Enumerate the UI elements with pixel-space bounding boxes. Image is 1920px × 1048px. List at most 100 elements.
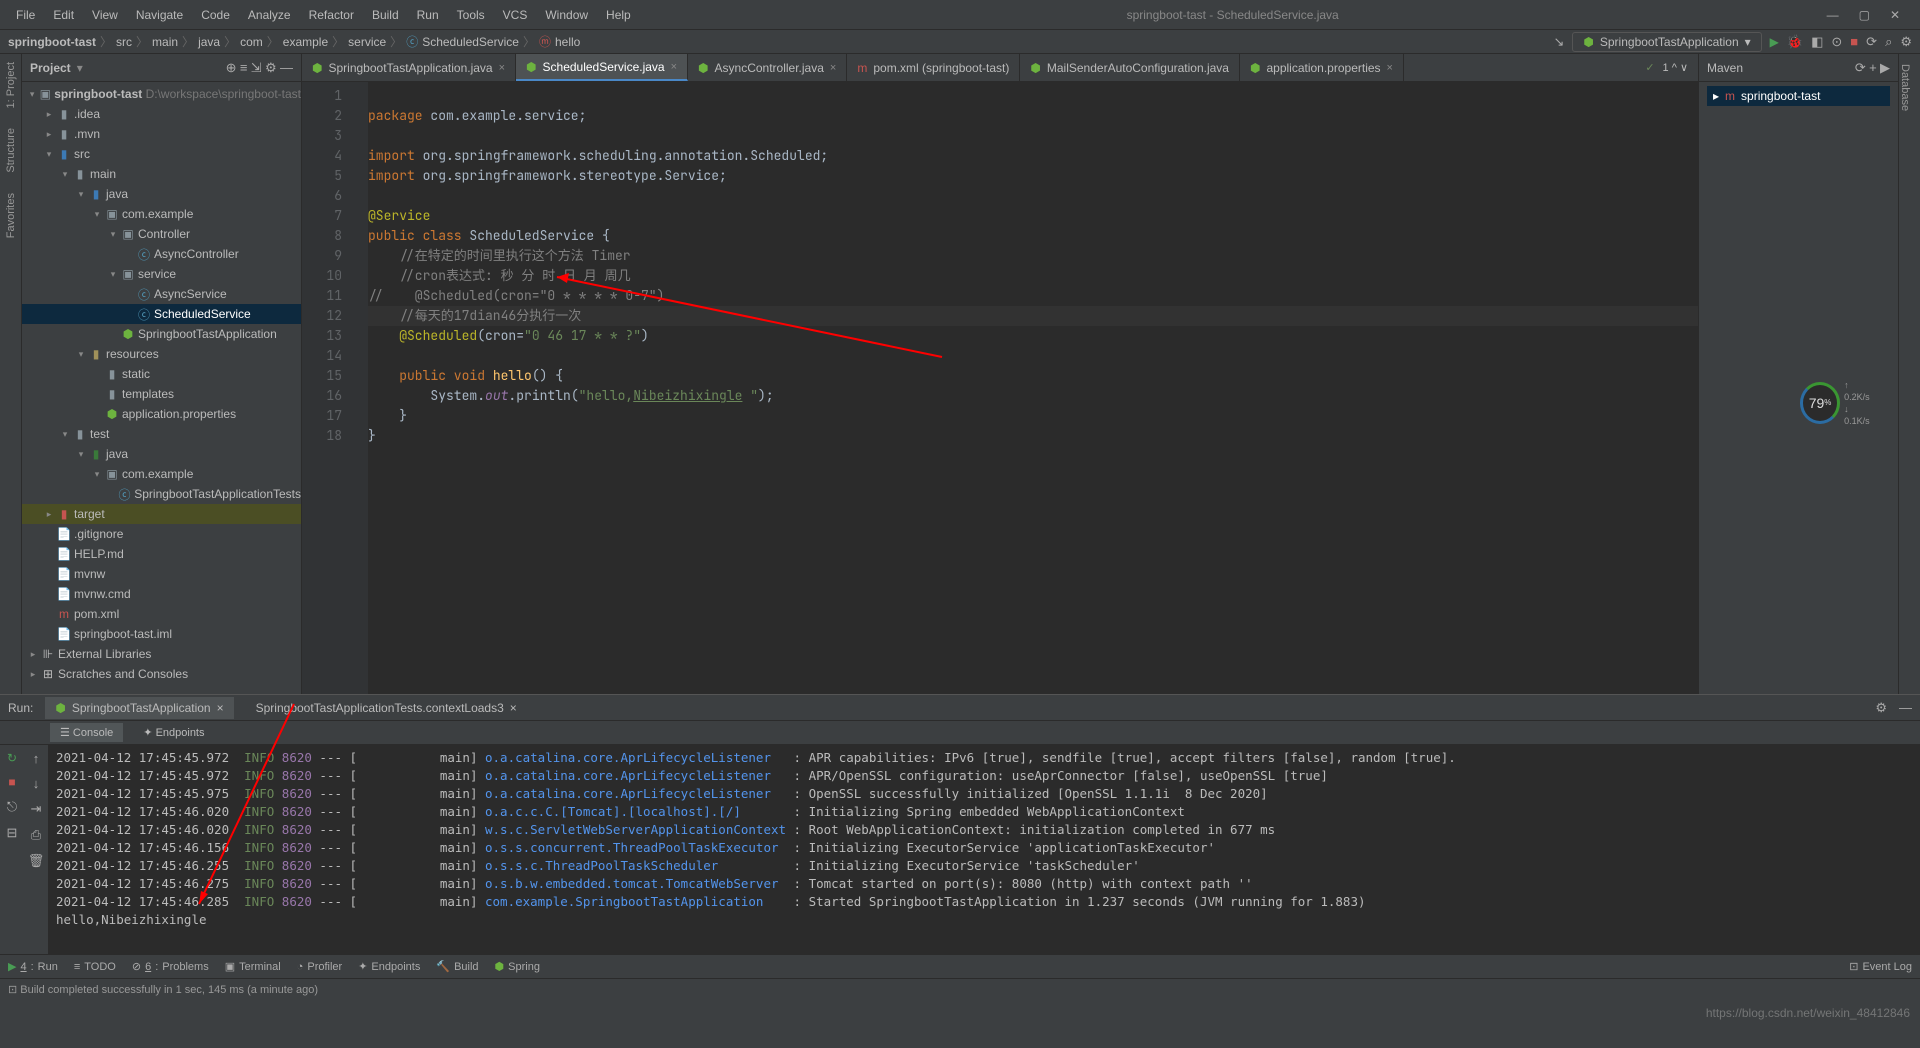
trash-icon[interactable]: 🗑 bbox=[28, 853, 45, 869]
menu-refactor[interactable]: Refactor bbox=[301, 4, 362, 26]
title-bar: File Edit View Navigate Code Analyze Ref… bbox=[0, 0, 1920, 30]
crumb-method-icon: ⓜ bbox=[539, 33, 551, 50]
run-tool-button[interactable]: ▶4: Run bbox=[8, 960, 58, 973]
crumb-example[interactable]: example bbox=[283, 35, 328, 49]
down-icon[interactable]: ↓ bbox=[33, 776, 40, 791]
tab-mailsender[interactable]: ⬢MailSenderAutoConfiguration.java bbox=[1020, 54, 1240, 81]
menu-analyze[interactable]: Analyze bbox=[240, 4, 299, 26]
endpoints-tool-button[interactable]: ✦ Endpoints bbox=[358, 960, 420, 973]
stop-run-button[interactable]: ■ bbox=[8, 775, 15, 789]
gear-icon[interactable]: ⚙ bbox=[265, 60, 277, 75]
profile-button[interactable]: ⊙ bbox=[1831, 34, 1842, 50]
build-icon[interactable]: ↘ bbox=[1553, 34, 1564, 50]
run-button[interactable]: ▶ bbox=[1770, 35, 1779, 49]
menu-help[interactable]: Help bbox=[598, 4, 639, 26]
build-tool-button[interactable]: 🔨 Build bbox=[436, 960, 478, 973]
menu-file[interactable]: File bbox=[8, 4, 43, 26]
maven-project-item[interactable]: ▸mspringboot-tast bbox=[1707, 86, 1890, 106]
toolbar: ↘ ⬢ SpringbootTastApplication ▾ ▶ 🐞 ◧ ⊙ … bbox=[1553, 32, 1912, 52]
breadcrumbs: springboot-tast〉 src〉 main〉 java〉 com〉 e… bbox=[8, 33, 580, 50]
right-tool-strip: Database bbox=[1898, 54, 1920, 694]
menu-code[interactable]: Code bbox=[193, 4, 238, 26]
menu-tools[interactable]: Tools bbox=[449, 4, 493, 26]
menu-window[interactable]: Window bbox=[537, 4, 596, 26]
profiler-tool-button[interactable]: ◔ Profiler bbox=[297, 961, 343, 973]
print-icon[interactable]: ⎙ bbox=[31, 827, 41, 843]
run-maven-icon[interactable]: ▶ bbox=[1880, 60, 1890, 75]
rerun-button[interactable]: ↻ bbox=[7, 751, 17, 765]
crumb-service[interactable]: service bbox=[348, 35, 386, 49]
run-tab-tests[interactable]: SpringbootTastApplicationTests.contextLo… bbox=[246, 697, 527, 719]
add-icon[interactable]: + bbox=[1869, 60, 1877, 75]
crumb-com[interactable]: com bbox=[240, 35, 263, 49]
run-panel: Run: ⬢SpringbootTastApplication× Springb… bbox=[0, 694, 1920, 954]
stop-button[interactable]: ■ bbox=[1850, 34, 1858, 49]
crumb-main[interactable]: main bbox=[152, 35, 178, 49]
expand-all-icon[interactable]: ≡ bbox=[240, 60, 248, 75]
spring-icon: ⬢ bbox=[1583, 35, 1593, 49]
menu-run[interactable]: Run bbox=[409, 4, 447, 26]
vcs-update-icon[interactable]: ⟳ bbox=[1866, 34, 1877, 50]
menu-build[interactable]: Build bbox=[364, 4, 407, 26]
maven-title: Maven bbox=[1707, 61, 1743, 75]
tab-props[interactable]: ⬢application.properties× bbox=[1240, 54, 1404, 81]
structure-tool-button[interactable]: Structure bbox=[5, 128, 17, 173]
project-tree[interactable]: ▾▣springboot-tast D:\workspace\springboo… bbox=[22, 82, 301, 694]
run-tab-app[interactable]: ⬢SpringbootTastApplication× bbox=[45, 697, 233, 719]
tree-selected-file[interactable]: ⓒScheduledService bbox=[22, 304, 301, 324]
maximize-icon[interactable]: ▢ bbox=[1859, 8, 1870, 22]
event-log-button[interactable]: ⊡ Event Log bbox=[1849, 960, 1912, 973]
exit-button[interactable]: ⎋ bbox=[7, 799, 17, 815]
crumb-method[interactable]: hello bbox=[555, 35, 580, 49]
network-gauge: 79% ↑ 0.2K/s↓ 0.1K/s bbox=[1800, 380, 1875, 425]
tab-pom[interactable]: mpom.xml (springboot-tast) bbox=[847, 54, 1020, 81]
project-panel-title: Project bbox=[30, 61, 71, 75]
spring-tool-button[interactable]: ⬢ Spring bbox=[495, 960, 540, 973]
inspection-badge[interactable]: 1 ^ ∨ bbox=[1663, 61, 1688, 74]
terminal-tool-button[interactable]: ▣ Terminal bbox=[225, 960, 281, 973]
line-gutter: 123456789101112131415161718 bbox=[302, 82, 350, 694]
tab-app[interactable]: ⬢SpringbootTastApplication.java× bbox=[302, 54, 516, 81]
crumb-src[interactable]: src bbox=[116, 35, 132, 49]
crumb-class[interactable]: ⓒ bbox=[406, 33, 418, 50]
search-icon[interactable]: ⌕ bbox=[1885, 34, 1892, 50]
debug-button[interactable]: 🐞 bbox=[1787, 34, 1803, 50]
collapse-icon[interactable]: ⇲ bbox=[251, 60, 262, 75]
favorites-tool-button[interactable]: Favorites bbox=[5, 193, 17, 238]
select-opened-icon[interactable]: ⊕ bbox=[226, 60, 237, 75]
database-tool-button[interactable]: Database bbox=[1899, 54, 1911, 111]
tab-scheduled[interactable]: ⬢ScheduledService.java× bbox=[516, 54, 688, 81]
hide-icon[interactable]: — bbox=[280, 60, 293, 75]
settings-icon[interactable]: ⚙ bbox=[1900, 34, 1912, 50]
crumb-java[interactable]: java bbox=[198, 35, 220, 49]
crumb-project[interactable]: springboot-tast bbox=[8, 35, 96, 49]
wrap-icon[interactable]: ⇥ bbox=[31, 801, 42, 817]
main-menu: File Edit View Navigate Code Analyze Ref… bbox=[0, 4, 639, 26]
tab-async[interactable]: ⬢AsyncController.java× bbox=[688, 54, 847, 81]
status-message: Build completed successfully in 1 sec, 1… bbox=[20, 984, 318, 996]
coverage-button[interactable]: ◧ bbox=[1811, 34, 1823, 50]
todo-tool-button[interactable]: ≡ TODO bbox=[74, 961, 116, 973]
endpoints-tab[interactable]: ✦ Endpoints bbox=[133, 723, 214, 742]
code-editor[interactable]: 123456789101112131415161718 package com.… bbox=[302, 82, 1698, 694]
run-hide-icon[interactable]: — bbox=[1899, 700, 1912, 715]
close-icon[interactable]: ✕ bbox=[1890, 8, 1900, 22]
menu-vcs[interactable]: VCS bbox=[495, 4, 536, 26]
minimize-icon[interactable]: — bbox=[1827, 8, 1839, 22]
problems-tool-button[interactable]: ⊘ 6: Problems bbox=[132, 960, 209, 973]
navigation-bar: springboot-tast〉 src〉 main〉 java〉 com〉 e… bbox=[0, 30, 1920, 54]
run-config-selector[interactable]: ⬢ SpringbootTastApplication ▾ bbox=[1572, 32, 1761, 52]
console-tab[interactable]: ☰ Console bbox=[50, 723, 123, 742]
reload-icon[interactable]: ⟳ bbox=[1855, 60, 1866, 75]
console-output[interactable]: 2021-04-12 17:45:45.972 INFO 8620 --- [ … bbox=[48, 745, 1920, 954]
menu-edit[interactable]: Edit bbox=[45, 4, 82, 26]
run-gear-icon[interactable]: ⚙ bbox=[1875, 700, 1887, 716]
project-tool-button[interactable]: 1: Project bbox=[5, 62, 17, 108]
dump-button[interactable]: ⊟ bbox=[7, 825, 18, 841]
up-icon[interactable]: ↑ bbox=[33, 751, 40, 766]
watermark: https://blog.csdn.net/weixin_48412846 bbox=[1706, 1006, 1910, 1020]
menu-navigate[interactable]: Navigate bbox=[128, 4, 191, 26]
menu-view[interactable]: View bbox=[84, 4, 126, 26]
project-panel: Project ▾ ⊕ ≡ ⇲ ⚙ — ▾▣springboot-tast D:… bbox=[22, 54, 302, 694]
run-toolbar: ↻ ■ ⎋ ⊟ bbox=[0, 745, 24, 954]
